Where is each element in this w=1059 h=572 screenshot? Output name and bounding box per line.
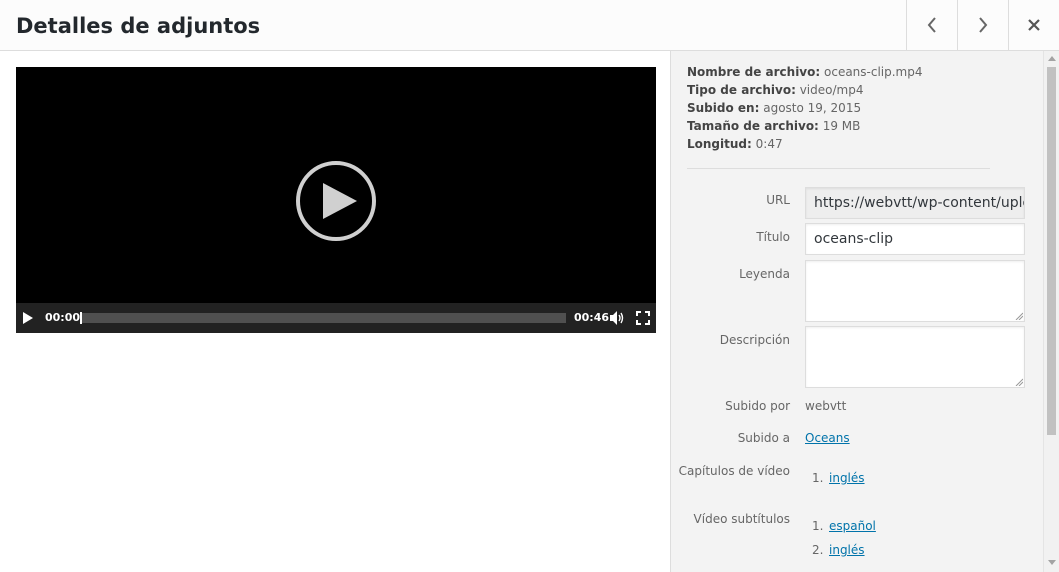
detail-label: Longitud: [687, 137, 752, 151]
modal-title: Detalles de adjuntos [16, 14, 261, 38]
caption-textarea[interactable] [805, 260, 1025, 322]
url-label: URL [766, 193, 790, 207]
list-item: 1. español [812, 518, 876, 542]
chevron-left-icon [927, 17, 936, 33]
previous-button[interactable] [906, 0, 957, 50]
video-player[interactable]: 00:00 00:46 [16, 67, 656, 333]
uploaded-by-label: Subido por [725, 399, 790, 413]
player-controls: 00:00 00:46 [16, 303, 656, 333]
close-button[interactable] [1008, 0, 1059, 50]
title-label: Título [756, 230, 790, 244]
duration-time: 00:46 [574, 311, 610, 324]
list-number: 2. [812, 543, 824, 557]
detail-value: agosto 19, 2015 [763, 101, 862, 115]
chevron-right-icon [979, 17, 988, 33]
modal-header: Detalles de adjuntos [0, 0, 1059, 51]
fullscreen-icon[interactable] [636, 311, 650, 325]
detail-label: Nombre de archivo: [687, 65, 821, 79]
close-icon [1028, 19, 1040, 31]
resize-grip-icon[interactable] [1015, 378, 1023, 386]
next-button[interactable] [957, 0, 1008, 50]
file-details: Nombre de archivo: oceans-clip.mp4 Tipo … [687, 63, 923, 153]
subtitle-link[interactable]: inglés [829, 543, 865, 557]
resize-grip-icon[interactable] [1015, 312, 1023, 320]
detail-value: 19 MB [822, 119, 861, 133]
detail-value: oceans-clip.mp4 [824, 65, 923, 79]
description-label: Descripción [719, 333, 790, 347]
subtitles-list: 1. español 2. inglés [812, 518, 876, 566]
detail-filename: Nombre de archivo: oceans-clip.mp4 [687, 63, 923, 81]
play-icon [323, 183, 357, 219]
detail-label: Tamaño de archivo: [687, 119, 819, 133]
list-number: 1. [812, 471, 824, 485]
detail-value: video/mp4 [799, 83, 864, 97]
detail-length: Longitud: 0:47 [687, 135, 923, 153]
detail-filetype: Tipo de archivo: video/mp4 [687, 81, 923, 99]
scrollbar-thumb[interactable] [1047, 67, 1056, 435]
media-preview: 00:00 00:46 [0, 51, 670, 572]
progress-handle[interactable] [80, 312, 82, 324]
attachment-sidebar: Nombre de archivo: oceans-clip.mp4 Tipo … [670, 51, 1059, 572]
detail-size: Tamaño de archivo: 19 MB [687, 117, 923, 135]
progress-rail[interactable] [80, 312, 566, 324]
scroll-down-icon[interactable] [1048, 560, 1056, 566]
scroll-up-icon[interactable] [1048, 55, 1056, 61]
url-field[interactable]: https://webvtt/wp-content/uploads [805, 187, 1025, 219]
uploaded-to-link[interactable]: Oceans [805, 431, 850, 445]
big-play-button[interactable] [296, 161, 376, 241]
volume-icon[interactable] [609, 310, 625, 326]
caption-label: Leyenda [739, 267, 790, 281]
chapter-link[interactable]: inglés [829, 471, 865, 485]
detail-value: 0:47 [755, 137, 783, 151]
uploaded-by-value: webvtt [805, 399, 847, 413]
chapters-label: Capítulos de vídeo [678, 464, 790, 478]
subtitle-link[interactable]: español [829, 519, 876, 533]
list-item: 2. inglés [812, 542, 876, 566]
description-textarea[interactable] [805, 326, 1025, 388]
title-field[interactable]: oceans-clip [805, 223, 1025, 255]
list-item: 1. inglés [812, 470, 865, 494]
list-number: 1. [812, 519, 824, 533]
detail-label: Subido en: [687, 101, 760, 115]
divider [687, 168, 990, 169]
subtitles-label: Vídeo subtítulos [693, 512, 790, 526]
play-icon[interactable] [22, 311, 34, 325]
current-time: 00:00 [45, 311, 81, 324]
uploaded-to-label: Subido a [737, 431, 790, 445]
detail-uploaded: Subido en: agosto 19, 2015 [687, 99, 923, 117]
sidebar-scrollbar[interactable] [1043, 51, 1059, 572]
chapters-list: 1. inglés [812, 470, 865, 494]
detail-label: Tipo de archivo: [687, 83, 796, 97]
